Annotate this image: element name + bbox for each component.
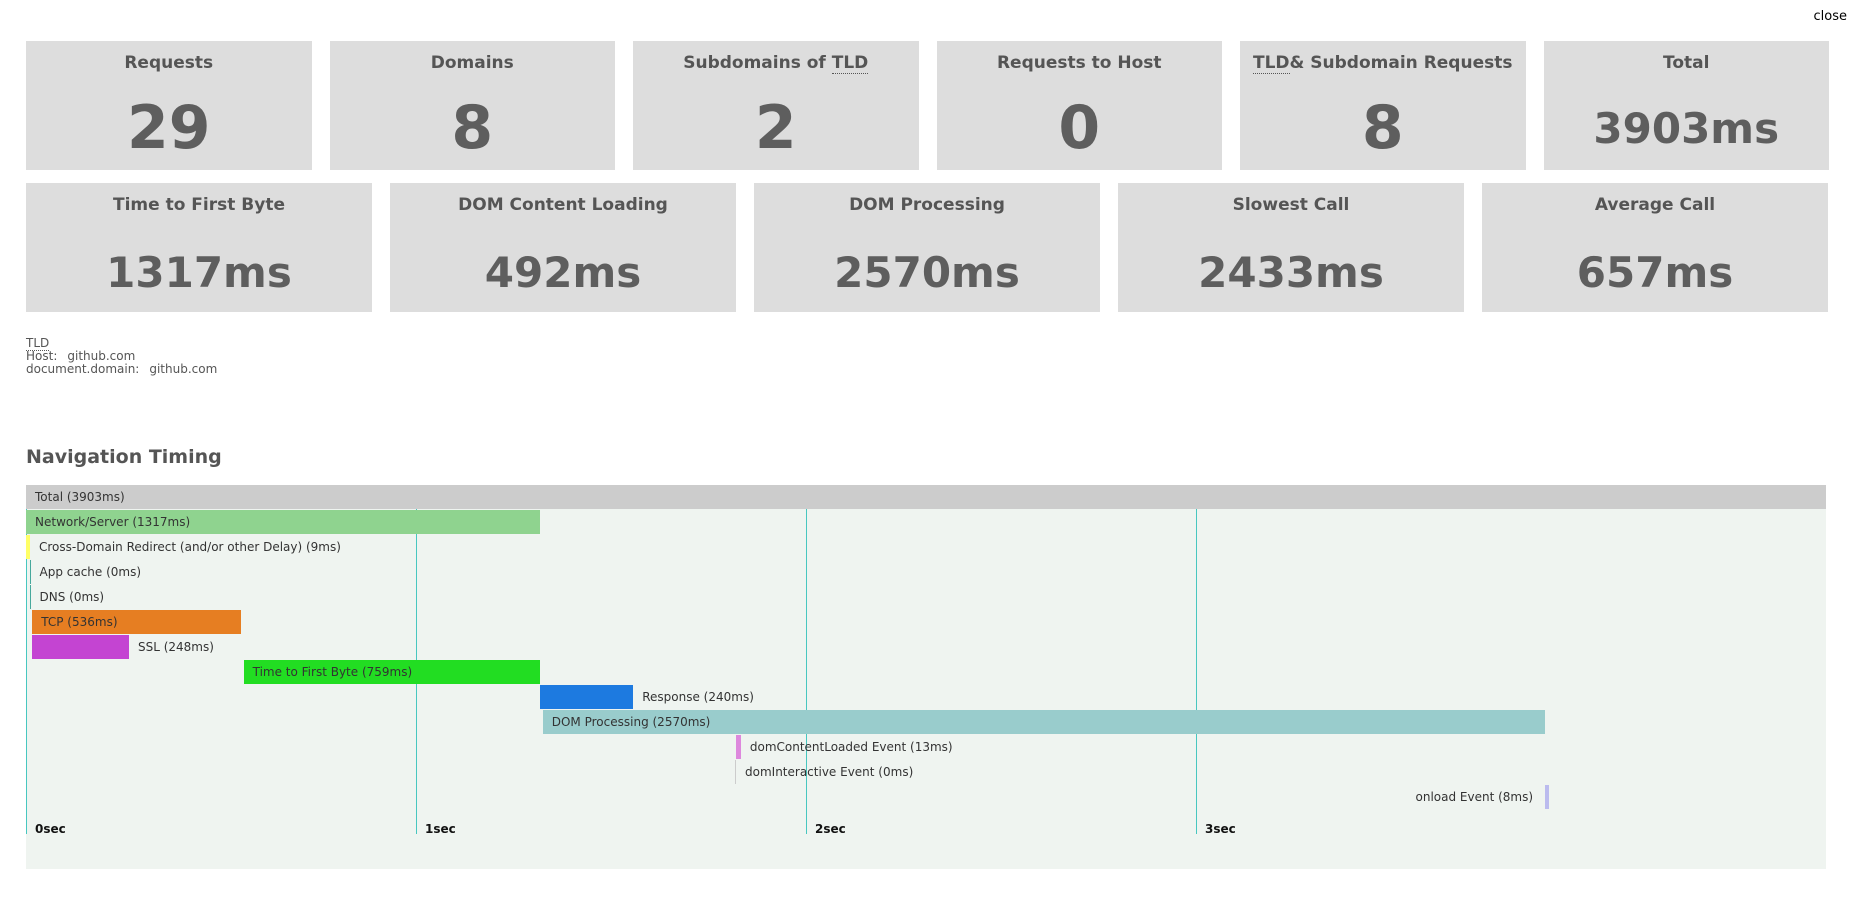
- tcp-bar-label: TCP (536ms): [41, 615, 118, 629]
- dom-interactive-event-bar-fill: [735, 760, 737, 784]
- tick-label-1sec: 1sec: [425, 822, 456, 836]
- card-label: DOM Content Loading: [458, 195, 668, 215]
- tld-abbr: TLD: [831, 53, 869, 74]
- requests-card: Requests 29: [26, 41, 312, 170]
- card-label: Slowest Call: [1232, 195, 1350, 215]
- app-cache-bar: App cache (0ms): [26, 560, 1826, 584]
- average-call-card: Average Call 657ms: [1482, 183, 1828, 312]
- summary-cards-row-1: Requests 29 Domains 8 Subdomains of TLD …: [26, 41, 1829, 170]
- card-label: Requests to Host: [996, 53, 1162, 73]
- card-label: Total: [1663, 53, 1710, 73]
- onload-event-bar-fill: [1545, 785, 1550, 809]
- time-to-first-byte-bar: Time to First Byte (759ms): [26, 660, 1826, 684]
- dom-processing-bar: DOM Processing (2570ms): [26, 710, 1826, 734]
- domains-card: Domains 8: [329, 41, 615, 170]
- card-label: TLD& Subdomain Requests: [1253, 53, 1513, 74]
- tld-abbr: TLD: [1253, 53, 1290, 74]
- response-bar-label: Response (240ms): [642, 690, 754, 704]
- dom-processing-card: DOM Processing 2570ms: [754, 183, 1100, 312]
- dns-bar-label: DNS (0ms): [39, 590, 105, 604]
- document-domain-label: document.domain:: [26, 362, 140, 376]
- close-link[interactable]: close: [1814, 9, 1847, 24]
- response-bar-fill: [539, 685, 634, 709]
- ssl-bar: SSL (248ms): [26, 635, 1826, 659]
- tick-label-2sec: 2sec: [815, 822, 846, 836]
- card-label: Requests: [124, 53, 214, 73]
- cross-domain-redirect-bar-label: Cross-Domain Redirect (and/or other Dela…: [39, 540, 341, 554]
- dom-content-loaded-event-bar: domContentLoaded Event (13ms): [26, 735, 1826, 759]
- ssl-bar-fill: [32, 635, 129, 659]
- card-value: 8: [1361, 93, 1404, 163]
- cross-domain-redirect-bar: Cross-Domain Redirect (and/or other Dela…: [26, 535, 1826, 559]
- network-server-bar-label: Network/Server (1317ms): [35, 515, 191, 529]
- dom-processing-bar-label: DOM Processing (2570ms): [551, 715, 711, 729]
- tick-label-0sec: 0sec: [35, 822, 66, 836]
- dom-content-loaded-event-bar-fill: [735, 735, 741, 759]
- dom-interactive-event-bar: domInteractive Event (0ms): [26, 760, 1826, 784]
- summary-cards-row-2: Time to First Byte 1317ms DOM Content Lo…: [26, 183, 1828, 312]
- dns-bar: DNS (0ms): [26, 585, 1826, 609]
- dns-bar-fill: [29, 585, 31, 609]
- time-to-first-byte-card: Time to First Byte 1317ms: [26, 183, 372, 312]
- card-label: Subdomains of TLD: [683, 53, 869, 74]
- card-value: 0: [1058, 93, 1101, 163]
- cross-domain-redirect-bar-fill: [26, 535, 30, 559]
- response-bar: Response (240ms): [26, 685, 1826, 709]
- card-label: Domains: [430, 53, 514, 73]
- card-value: 3903ms: [1593, 104, 1780, 153]
- slowest-call-card: Slowest Call 2433ms: [1118, 183, 1464, 312]
- onload-event-bar: onload Event (8ms): [26, 785, 1826, 809]
- card-label: DOM Processing: [849, 195, 1005, 215]
- host-value: github.com: [67, 349, 136, 363]
- ssl-bar-label: SSL (248ms): [137, 640, 214, 654]
- tcp-bar: TCP (536ms): [26, 610, 1826, 634]
- dom-content-loading-card: DOM Content Loading 492ms: [390, 183, 736, 312]
- card-value: 29: [127, 93, 211, 163]
- tick-label-3sec: 3sec: [1205, 822, 1236, 836]
- document-domain-value: github.com: [149, 362, 218, 376]
- domain-info: TLD Host: github.com document.domain: gith…: [26, 336, 218, 376]
- dom-interactive-event-bar-label: domInteractive Event (0ms): [745, 765, 914, 779]
- total-bar: Total (3903ms): [26, 485, 1826, 509]
- card-value: 657ms: [1576, 248, 1734, 297]
- card-value: 2433ms: [1198, 248, 1384, 297]
- card-value: 492ms: [484, 248, 642, 297]
- card-value: 1317ms: [106, 248, 292, 297]
- time-to-first-byte-bar-label: Time to First Byte (759ms): [252, 665, 413, 679]
- host-label: Host:: [26, 349, 58, 363]
- card-label: Time to First Byte: [113, 195, 285, 215]
- card-value: 8: [451, 93, 494, 163]
- app-cache-bar-label: App cache (0ms): [39, 565, 142, 579]
- card-value: 2570ms: [834, 248, 1020, 297]
- navigation-timing-title: Navigation Timing: [26, 446, 222, 468]
- card-value: 2: [754, 93, 797, 163]
- app-cache-bar-fill: [29, 560, 31, 584]
- requests-to-host-card: Requests to Host 0: [936, 41, 1222, 170]
- network-server-bar: Network/Server (1317ms): [26, 510, 1826, 534]
- total-card: Total 3903ms: [1543, 41, 1829, 170]
- dom-content-loaded-event-bar-label: domContentLoaded Event (13ms): [749, 740, 953, 754]
- subdomains-of-tld-card: Subdomains of TLD 2: [633, 41, 919, 170]
- card-label: Average Call: [1594, 195, 1716, 215]
- tld-subdomain-requests-card: TLD& Subdomain Requests 8: [1240, 41, 1526, 170]
- navigation-timing-chart: Total (3903ms) 0sec 1sec 2sec 3sec Network/S…: [26, 485, 1826, 869]
- onload-event-bar-label: onload Event (8ms): [1415, 790, 1534, 804]
